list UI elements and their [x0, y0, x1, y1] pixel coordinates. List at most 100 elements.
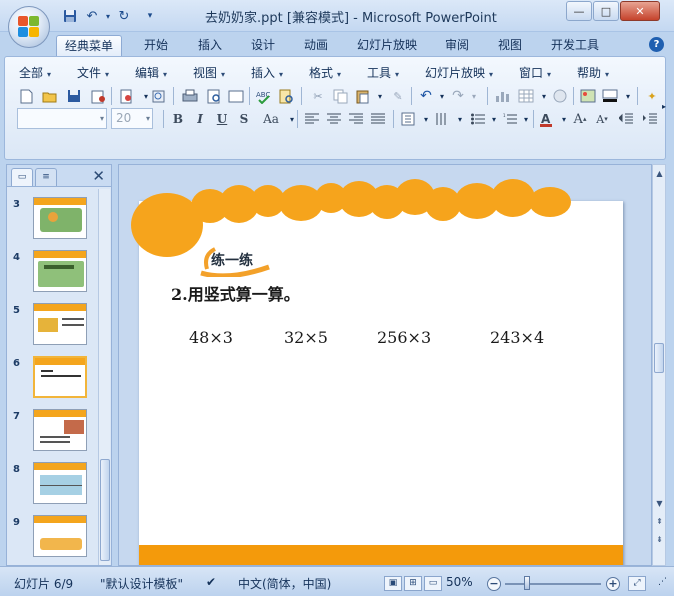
columns-dropdown-icon[interactable]: ▾ [451, 110, 469, 128]
save-icon[interactable] [60, 7, 80, 25]
menu-slideshow[interactable]: 幻灯片放映 ▾ [425, 64, 493, 81]
thumbnail-scroll-thumb[interactable] [100, 459, 110, 561]
slide-thumbnail[interactable] [33, 197, 87, 239]
previous-slide-icon[interactable]: ⇞ [654, 515, 665, 529]
research-icon[interactable] [277, 87, 295, 105]
help-icon[interactable]: ? [649, 37, 664, 52]
menu-file[interactable]: 文件 ▾ [77, 64, 109, 81]
preview-icon[interactable] [205, 87, 223, 105]
thumbnail-item[interactable]: 5 [7, 303, 97, 351]
font-color-icon[interactable]: A [537, 110, 555, 128]
slide-sorter-button[interactable]: ⊞ [404, 576, 422, 591]
current-slide[interactable]: 练一练 2.用竖式算一算。 48×3 32×5 256×3 243×4 [139, 201, 623, 565]
format-painter-icon[interactable]: ✎ [389, 87, 407, 105]
save-toolbar-icon[interactable] [65, 87, 83, 105]
slideshow-button[interactable]: ▭ [424, 576, 442, 591]
thumbnail-scrollbar[interactable] [98, 189, 110, 565]
print-icon[interactable] [181, 87, 199, 105]
maximize-button[interactable]: □ [593, 1, 619, 21]
slide-view-icon[interactable] [227, 87, 245, 105]
decrease-indent-icon[interactable] [617, 110, 635, 128]
fill-color-icon[interactable] [601, 87, 619, 105]
copy-icon[interactable] [331, 87, 349, 105]
permission-icon[interactable] [89, 87, 107, 105]
align-left-icon[interactable] [303, 110, 321, 128]
customize-quick-access-icon[interactable]: ▾ [140, 7, 160, 25]
spelling-check-icon[interactable]: ✔ [206, 575, 216, 589]
close-panel-icon[interactable]: ✕ [92, 167, 105, 185]
attach-icon[interactable] [149, 87, 167, 105]
slide-thumbnail[interactable] [33, 462, 87, 504]
justify-icon[interactable] [369, 110, 387, 128]
tab-insert[interactable]: 插入 [190, 35, 230, 56]
tab-review[interactable]: 审阅 [437, 35, 477, 56]
slide-editing-area[interactable]: 练一练 2.用竖式算一算。 48×3 32×5 256×3 243×4 [118, 164, 652, 566]
slide-thumbnail[interactable] [33, 409, 87, 451]
shrink-font-icon[interactable]: A ▾ [593, 110, 611, 128]
menu-all[interactable]: 全部 ▾ [19, 64, 51, 81]
close-button[interactable]: ✕ [620, 1, 660, 21]
slide-scrollbar[interactable]: ▲ ▼ ⇞ ⇟ [652, 164, 666, 566]
fit-to-window-icon[interactable]: ⤢ [628, 576, 646, 591]
slide-thumbnail[interactable] [33, 356, 87, 398]
zoom-in-icon[interactable]: + [606, 577, 620, 591]
change-case-dropdown-icon[interactable]: ▾ [283, 110, 301, 128]
resize-grip-icon[interactable]: ⋰ [658, 577, 667, 587]
new-icon[interactable] [17, 87, 35, 105]
align-right-icon[interactable] [347, 110, 365, 128]
paste-icon[interactable] [353, 87, 371, 105]
underline-button[interactable]: U [213, 110, 231, 128]
zoom-level[interactable]: 50% [446, 575, 473, 589]
thumbnail-item[interactable]: 3 [7, 197, 97, 245]
grow-font-icon[interactable]: A ▴ [571, 110, 589, 128]
bold-button[interactable]: B [169, 110, 187, 128]
thumbnail-item[interactable]: 7 [7, 409, 97, 457]
tab-developer[interactable]: 开发工具 [543, 35, 607, 56]
slide-thumbnail[interactable] [33, 250, 87, 292]
thumbnail-item[interactable]: 8 [7, 462, 97, 510]
tab-home[interactable]: 开始 [136, 35, 176, 56]
ribbon-more-icon[interactable]: ▸ [655, 97, 673, 115]
redo-icon[interactable]: ↻ [114, 7, 134, 25]
slide-thumbnail[interactable] [33, 515, 87, 557]
tab-slideshow[interactable]: 幻灯片放映 [349, 35, 425, 56]
align-center-icon[interactable] [325, 110, 343, 128]
slide-scroll-thumb[interactable] [654, 343, 664, 373]
font-size-field[interactable]: 20 ▾ [111, 108, 153, 129]
change-case-button[interactable]: Aa [259, 110, 283, 128]
open-icon[interactable] [41, 87, 59, 105]
cut-icon[interactable]: ✂ [309, 87, 327, 105]
picture-icon[interactable] [579, 87, 597, 105]
minimize-button[interactable]: — [566, 1, 592, 21]
tab-animation[interactable]: 动画 [296, 35, 336, 56]
menu-insert[interactable]: 插入 ▾ [251, 64, 283, 81]
menu-tools[interactable]: 工具 ▾ [367, 64, 399, 81]
scroll-up-icon[interactable]: ▲ [654, 167, 665, 181]
tab-classic-menu[interactable]: 经典菜单 [56, 35, 123, 56]
italic-button[interactable]: I [191, 110, 209, 128]
menu-format[interactable]: 格式 ▾ [309, 64, 341, 81]
font-name-field[interactable]: ▾ [17, 108, 107, 129]
thumbnail-item[interactable]: 4 [7, 250, 97, 298]
tab-design[interactable]: 设计 [243, 35, 283, 56]
outline-tab-icon[interactable]: ≡ [35, 168, 57, 186]
normal-view-button[interactable]: ▣ [384, 576, 402, 591]
zoom-slider-track[interactable] [505, 583, 601, 585]
table-icon[interactable] [517, 87, 535, 105]
slides-tab-icon[interactable]: ▭ [11, 168, 33, 186]
shadow-button[interactable]: S [235, 110, 253, 128]
menu-edit[interactable]: 编辑 ▾ [135, 64, 167, 81]
menu-view[interactable]: 视图 ▾ [193, 64, 225, 81]
clipart-icon[interactable] [551, 87, 569, 105]
print-preview-icon[interactable] [117, 87, 135, 105]
tab-view[interactable]: 视图 [490, 35, 530, 56]
redo-toolbar-dropdown-icon[interactable]: ▾ [465, 87, 483, 105]
paste-dropdown-icon[interactable]: ▾ [371, 87, 389, 105]
menu-window[interactable]: 窗口 ▾ [519, 64, 551, 81]
chart-icon[interactable] [493, 87, 511, 105]
next-slide-icon[interactable]: ⇟ [654, 533, 665, 547]
menu-help[interactable]: 帮助 ▾ [577, 64, 609, 81]
thumbnail-item-selected[interactable]: 6 [7, 356, 97, 404]
spelling-icon[interactable]: ABC [255, 87, 273, 105]
zoom-out-icon[interactable]: − [487, 577, 501, 591]
